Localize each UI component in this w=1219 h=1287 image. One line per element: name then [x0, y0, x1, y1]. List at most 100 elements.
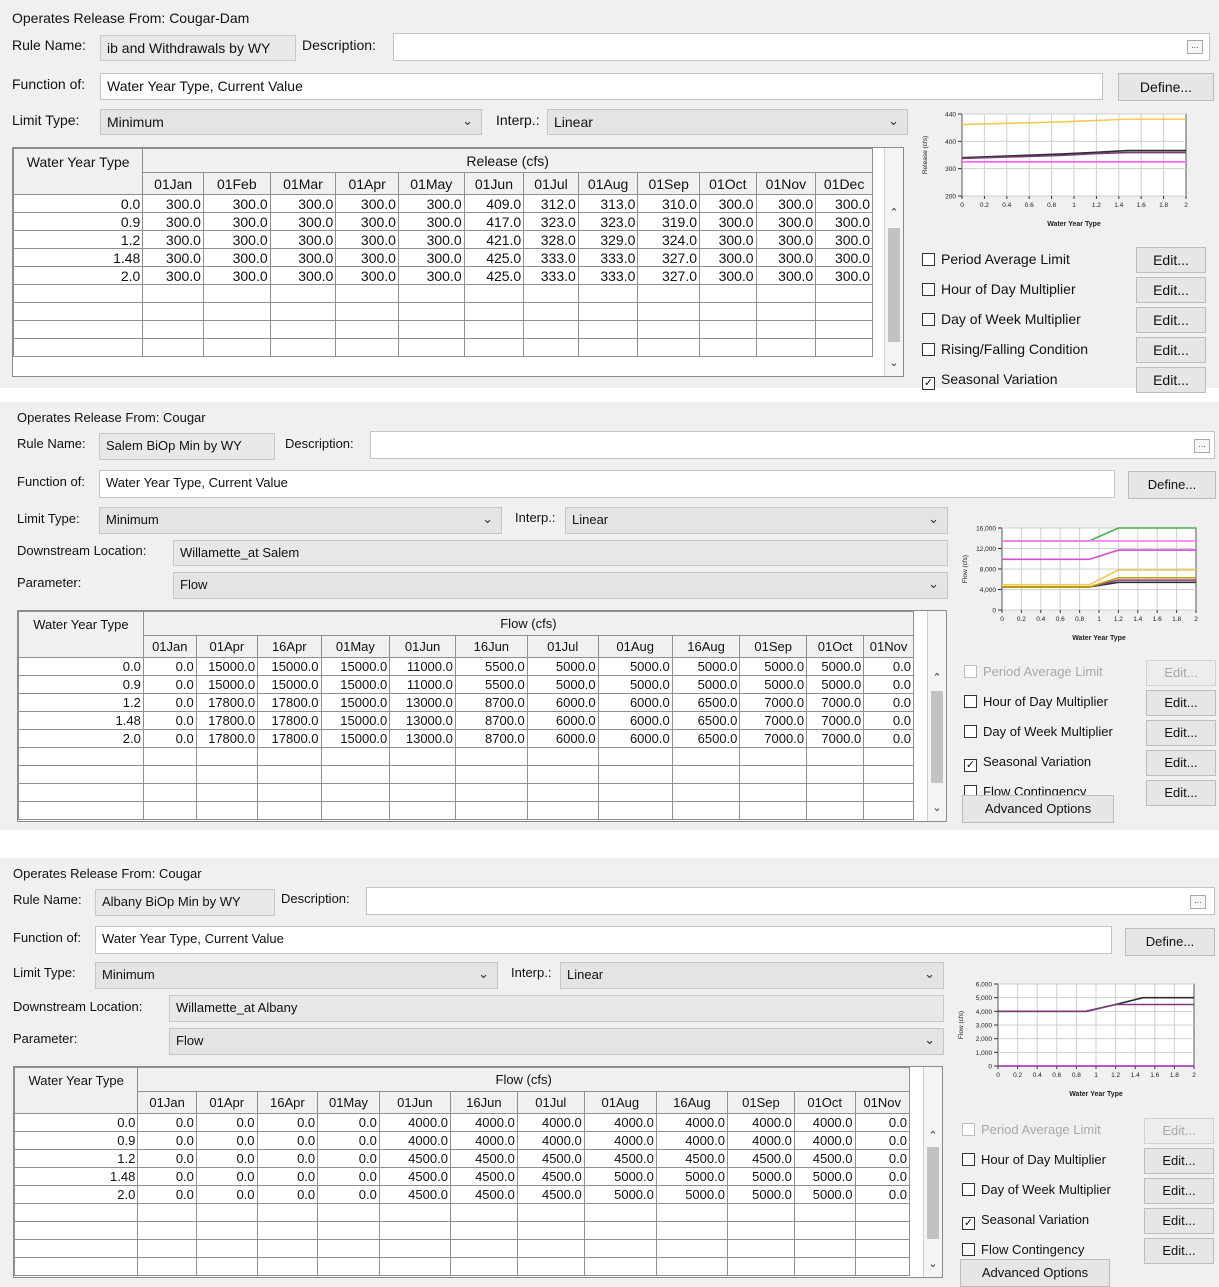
- value-cell[interactable]: 4500.0: [378, 1149, 451, 1168]
- value-cell[interactable]: 5000.0: [726, 1185, 795, 1204]
- empty-cell[interactable]: [699, 302, 757, 321]
- edit-hour-of-day-multiplier-button[interactable]: Edit...: [1146, 690, 1216, 716]
- empty-cell[interactable]: [793, 1257, 856, 1276]
- empty-cell[interactable]: [449, 1203, 518, 1222]
- scroll-up-icon[interactable]: ⌃: [885, 206, 903, 219]
- empty-cell[interactable]: [454, 783, 528, 802]
- empty-cell[interactable]: [637, 284, 701, 303]
- value-cell[interactable]: 0.0: [256, 1131, 319, 1150]
- edit-hour-of-day-multiplier-button[interactable]: Edit...: [1144, 1148, 1214, 1174]
- empty-row[interactable]: [14, 1239, 910, 1258]
- empty-cell[interactable]: [583, 1221, 657, 1240]
- value-cell[interactable]: 0.0: [256, 1185, 319, 1204]
- checkbox-icon[interactable]: [962, 1243, 975, 1256]
- empty-cell[interactable]: [863, 747, 914, 766]
- empty-cell[interactable]: [449, 1221, 518, 1240]
- water-year-type-cell[interactable]: 0.0: [18, 657, 144, 676]
- empty-cell[interactable]: [637, 302, 701, 321]
- value-cell[interactable]: 7000.0: [739, 693, 808, 712]
- empty-cell[interactable]: [516, 1203, 585, 1222]
- empty-cell[interactable]: [637, 338, 701, 357]
- value-cell[interactable]: 0.0: [854, 1113, 910, 1132]
- value-cell[interactable]: 300.0: [269, 266, 337, 285]
- empty-cell[interactable]: [671, 765, 741, 784]
- value-cell[interactable]: 0.0: [854, 1167, 910, 1186]
- empty-cell[interactable]: [739, 765, 808, 784]
- value-cell[interactable]: 300.0: [397, 212, 465, 231]
- value-cell[interactable]: 4500.0: [655, 1149, 728, 1168]
- value-cell[interactable]: 300.0: [755, 194, 817, 213]
- empty-cell[interactable]: [142, 302, 204, 321]
- value-cell[interactable]: 7000.0: [806, 693, 865, 712]
- value-cell[interactable]: 8700.0: [454, 729, 528, 748]
- table-row[interactable]: 1.48 300.0 300.0 300.0 300.0 300.0 425.0 333.0 3…: [13, 248, 873, 267]
- value-cell[interactable]: 300.0: [699, 230, 757, 249]
- water-year-type-cell[interactable]: 1.48: [13, 248, 144, 267]
- value-cell[interactable]: 5000.0: [655, 1185, 728, 1204]
- empty-cell[interactable]: [854, 1221, 910, 1240]
- empty-cell[interactable]: [699, 320, 757, 339]
- value-cell[interactable]: 0.0: [137, 1185, 197, 1204]
- value-cell[interactable]: 4500.0: [516, 1167, 585, 1186]
- value-cell[interactable]: 8700.0: [454, 693, 528, 712]
- limit-type-select[interactable]: Minimum ⌄: [95, 962, 498, 989]
- empty-cell[interactable]: [389, 801, 456, 820]
- value-cell[interactable]: 4500.0: [449, 1149, 518, 1168]
- empty-cell[interactable]: [577, 284, 639, 303]
- empty-cell[interactable]: [257, 801, 322, 820]
- option-rising-falling-condition[interactable]: Rising/Falling Condition: [922, 341, 1088, 357]
- value-cell[interactable]: 0.0: [256, 1149, 319, 1168]
- value-cell[interactable]: 4000.0: [726, 1131, 795, 1150]
- value-cell[interactable]: 300.0: [335, 212, 399, 231]
- value-cell[interactable]: 5000.0: [726, 1167, 795, 1186]
- empty-cell[interactable]: [815, 338, 873, 357]
- value-cell[interactable]: 6000.0: [597, 729, 673, 748]
- value-cell[interactable]: 300.0: [755, 266, 817, 285]
- value-cell[interactable]: 421.0: [463, 230, 525, 249]
- value-cell[interactable]: 0.0: [195, 1149, 258, 1168]
- checkbox-icon[interactable]: [922, 283, 935, 296]
- value-cell[interactable]: 333.0: [577, 248, 639, 267]
- empty-cell[interactable]: [397, 302, 465, 321]
- value-cell[interactable]: 0.0: [195, 1113, 258, 1132]
- value-cell[interactable]: 4000.0: [793, 1131, 856, 1150]
- empty-cell[interactable]: [516, 1257, 585, 1276]
- value-cell[interactable]: 300.0: [699, 266, 757, 285]
- option-seasonal-variation[interactable]: ✓ Seasonal Variation: [922, 371, 1057, 390]
- value-cell[interactable]: 11000.0: [389, 657, 456, 676]
- value-cell[interactable]: 4500.0: [449, 1185, 518, 1204]
- value-cell[interactable]: 5000.0: [739, 657, 808, 676]
- scroll-down-icon[interactable]: ⌄: [885, 356, 903, 369]
- interp-select[interactable]: Linear ⌄: [560, 962, 944, 989]
- value-cell[interactable]: 4000.0: [516, 1113, 585, 1132]
- empty-cell[interactable]: [523, 320, 579, 339]
- downstream-location-field[interactable]: Willamette_at Salem: [173, 540, 948, 566]
- empty-cell[interactable]: [14, 1203, 139, 1222]
- value-cell[interactable]: 0.0: [142, 711, 197, 730]
- limit-type-select[interactable]: Minimum ⌄: [99, 507, 502, 534]
- empty-cell[interactable]: [256, 1257, 319, 1276]
- value-cell[interactable]: 4000.0: [449, 1131, 518, 1150]
- empty-cell[interactable]: [726, 1221, 795, 1240]
- empty-cell[interactable]: [317, 1257, 380, 1276]
- empty-cell[interactable]: [755, 302, 817, 321]
- empty-cell[interactable]: [523, 302, 579, 321]
- empty-cell[interactable]: [806, 765, 865, 784]
- value-cell[interactable]: 323.0: [523, 212, 579, 231]
- empty-row[interactable]: [18, 765, 914, 784]
- value-cell[interactable]: 0.0: [854, 1131, 910, 1150]
- value-cell[interactable]: 4000.0: [655, 1131, 728, 1150]
- function-of-field[interactable]: Water Year Type, Current Value: [100, 73, 1103, 100]
- value-cell[interactable]: 0.0: [142, 729, 197, 748]
- edit-seasonal-variation-button[interactable]: Edit...: [1136, 367, 1206, 393]
- empty-cell[interactable]: [257, 765, 322, 784]
- value-cell[interactable]: 5500.0: [454, 675, 528, 694]
- value-cell[interactable]: 5000.0: [655, 1167, 728, 1186]
- empty-cell[interactable]: [854, 1239, 910, 1258]
- value-cell[interactable]: 300.0: [269, 248, 337, 267]
- value-cell[interactable]: 4500.0: [378, 1185, 451, 1204]
- empty-cell[interactable]: [378, 1257, 451, 1276]
- value-cell[interactable]: 310.0: [637, 194, 701, 213]
- empty-cell[interactable]: [671, 783, 741, 802]
- empty-cell[interactable]: [671, 747, 741, 766]
